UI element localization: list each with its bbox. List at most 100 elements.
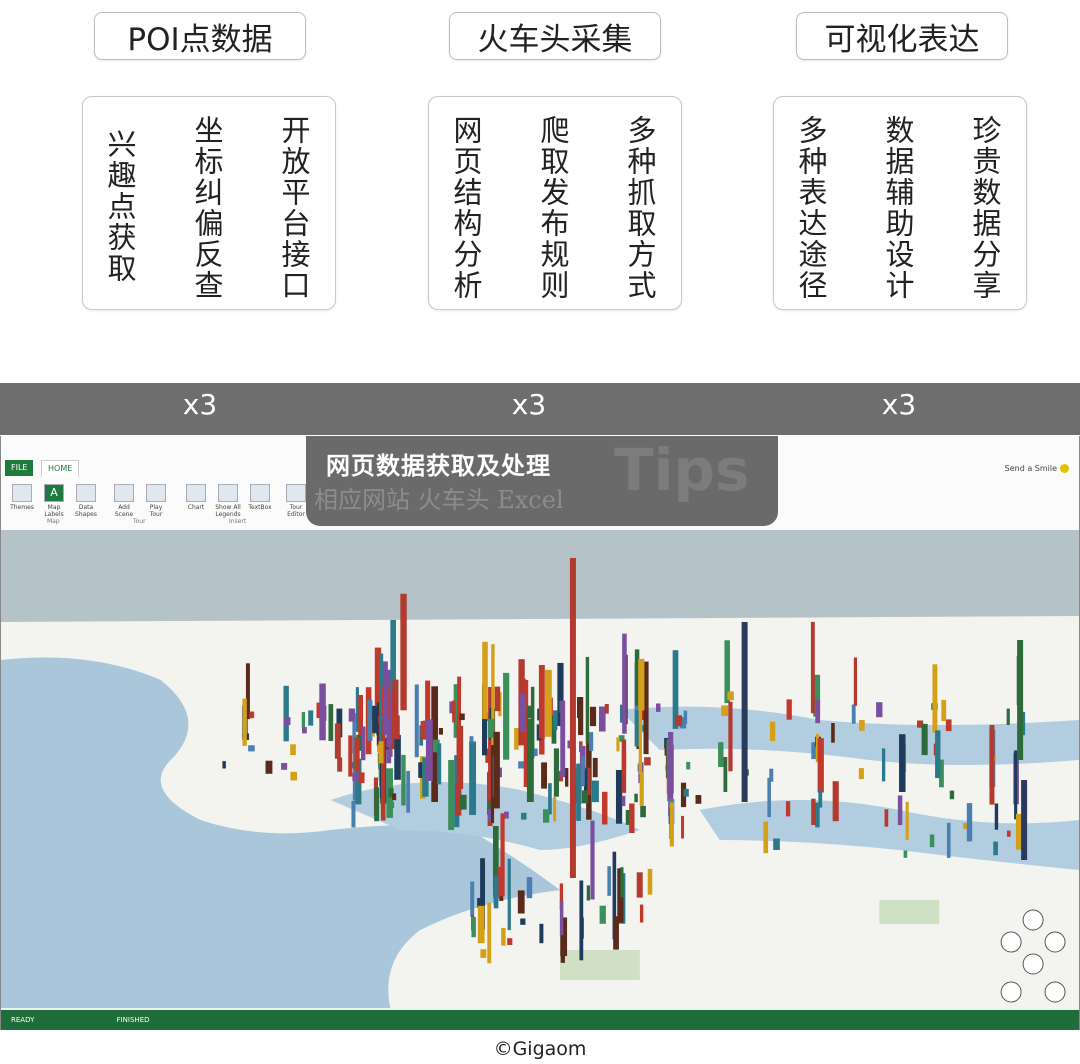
data-column (477, 905, 485, 944)
data-column (818, 790, 823, 808)
data-column (615, 770, 623, 824)
play-tour-button[interactable]: Play Tour (143, 484, 169, 518)
data-column (723, 757, 728, 792)
data-column (519, 693, 526, 732)
data-column (242, 698, 247, 746)
data-column (591, 780, 599, 803)
data-column (599, 905, 606, 924)
data-column (503, 672, 510, 760)
data-column (469, 736, 474, 743)
data-column (507, 858, 511, 931)
data-column (994, 803, 999, 830)
data-column (569, 558, 576, 878)
data-column (414, 684, 419, 758)
data-column (1015, 813, 1023, 850)
data-column (526, 705, 534, 719)
data-column (589, 732, 594, 751)
data-column (437, 743, 442, 785)
section-title: POI点数据 (127, 21, 273, 58)
tilt-up-icon (1022, 909, 1044, 931)
data-column (993, 841, 998, 856)
data-column (493, 731, 500, 809)
data-column (290, 771, 298, 781)
data-column (1021, 780, 1028, 860)
data-column (616, 737, 620, 752)
tour-editor-icon (286, 484, 306, 502)
data-column (876, 702, 883, 718)
show-legends-button[interactable]: Show All Legends (215, 484, 241, 518)
tilt-down-icon (1022, 953, 1044, 975)
park (559, 950, 640, 980)
park (879, 900, 940, 924)
data-column (301, 712, 306, 728)
data-column (559, 900, 564, 936)
tips-watermark: Tips (614, 436, 750, 504)
data-column (514, 728, 519, 750)
tab-home[interactable]: HOME (41, 460, 80, 477)
data-column (727, 691, 734, 701)
data-column (634, 793, 638, 803)
map-labels-button[interactable]: A Map Labels (41, 484, 67, 518)
data-column (640, 805, 646, 818)
tab-file[interactable]: FILE (5, 460, 34, 476)
data-column (542, 809, 550, 823)
section-detail-poi: 兴趣点获取 坐标纠偏反查 开放平台接口 (82, 96, 336, 310)
themes-button[interactable]: Themes (9, 484, 35, 511)
data-column (578, 697, 584, 736)
data-shapes-button[interactable]: Data Shapes (73, 484, 99, 518)
data-column (393, 715, 400, 740)
data-column (592, 757, 598, 778)
data-column (767, 777, 771, 818)
data-column (480, 949, 487, 958)
status-finished: FINISHED (116, 1016, 150, 1024)
data-column (482, 641, 488, 720)
data-column (946, 822, 951, 858)
data-column (372, 705, 379, 734)
send-smile-button[interactable]: Send a Smile (1005, 464, 1069, 473)
chart-button[interactable]: Chart (183, 484, 209, 511)
data-column (773, 838, 780, 850)
data-column (905, 801, 909, 840)
section-header-crawler: 火车头采集 (449, 12, 661, 60)
data-column (586, 885, 591, 901)
ribbon-group-insert: Insert (229, 518, 247, 525)
data-column (249, 711, 255, 719)
multiplier-label: x3 (511, 388, 547, 421)
detail-item: 多种抓取方式 (623, 115, 657, 301)
data-column (638, 658, 645, 711)
sky (1, 530, 1079, 622)
section-title: 火车头采集 (477, 21, 633, 58)
data-column (500, 813, 505, 897)
data-column (620, 867, 624, 898)
data-column (452, 700, 456, 723)
add-scene-button[interactable]: Add Scene (111, 484, 137, 518)
data-column (607, 866, 611, 896)
data-column (935, 730, 941, 779)
data-column (517, 890, 525, 914)
data-column (622, 633, 627, 734)
data-column (851, 704, 856, 724)
data-column (629, 803, 635, 833)
textbox-button[interactable]: TextBox (247, 484, 273, 511)
data-column (899, 734, 906, 792)
data-column (785, 801, 791, 817)
section-detail-crawler: 网页结构分析 爬取发布规则 多种抓取方式 (428, 96, 682, 310)
data-column (728, 701, 733, 772)
data-column (580, 756, 585, 787)
map-canvas[interactable] (1, 530, 1079, 1008)
data-column (741, 622, 748, 802)
data-column (686, 761, 691, 770)
data-column (354, 737, 360, 772)
data-column (695, 795, 702, 804)
data-column (639, 904, 644, 923)
data-column (683, 788, 689, 797)
textbox-icon (250, 484, 270, 502)
data-column (1014, 750, 1018, 820)
data-column (817, 738, 824, 793)
ribbon-group-tour: Tour (133, 518, 146, 525)
data-column (859, 720, 865, 731)
data-column (655, 703, 661, 712)
data-column (675, 715, 683, 727)
data-column (281, 763, 288, 770)
data-column (283, 685, 289, 742)
